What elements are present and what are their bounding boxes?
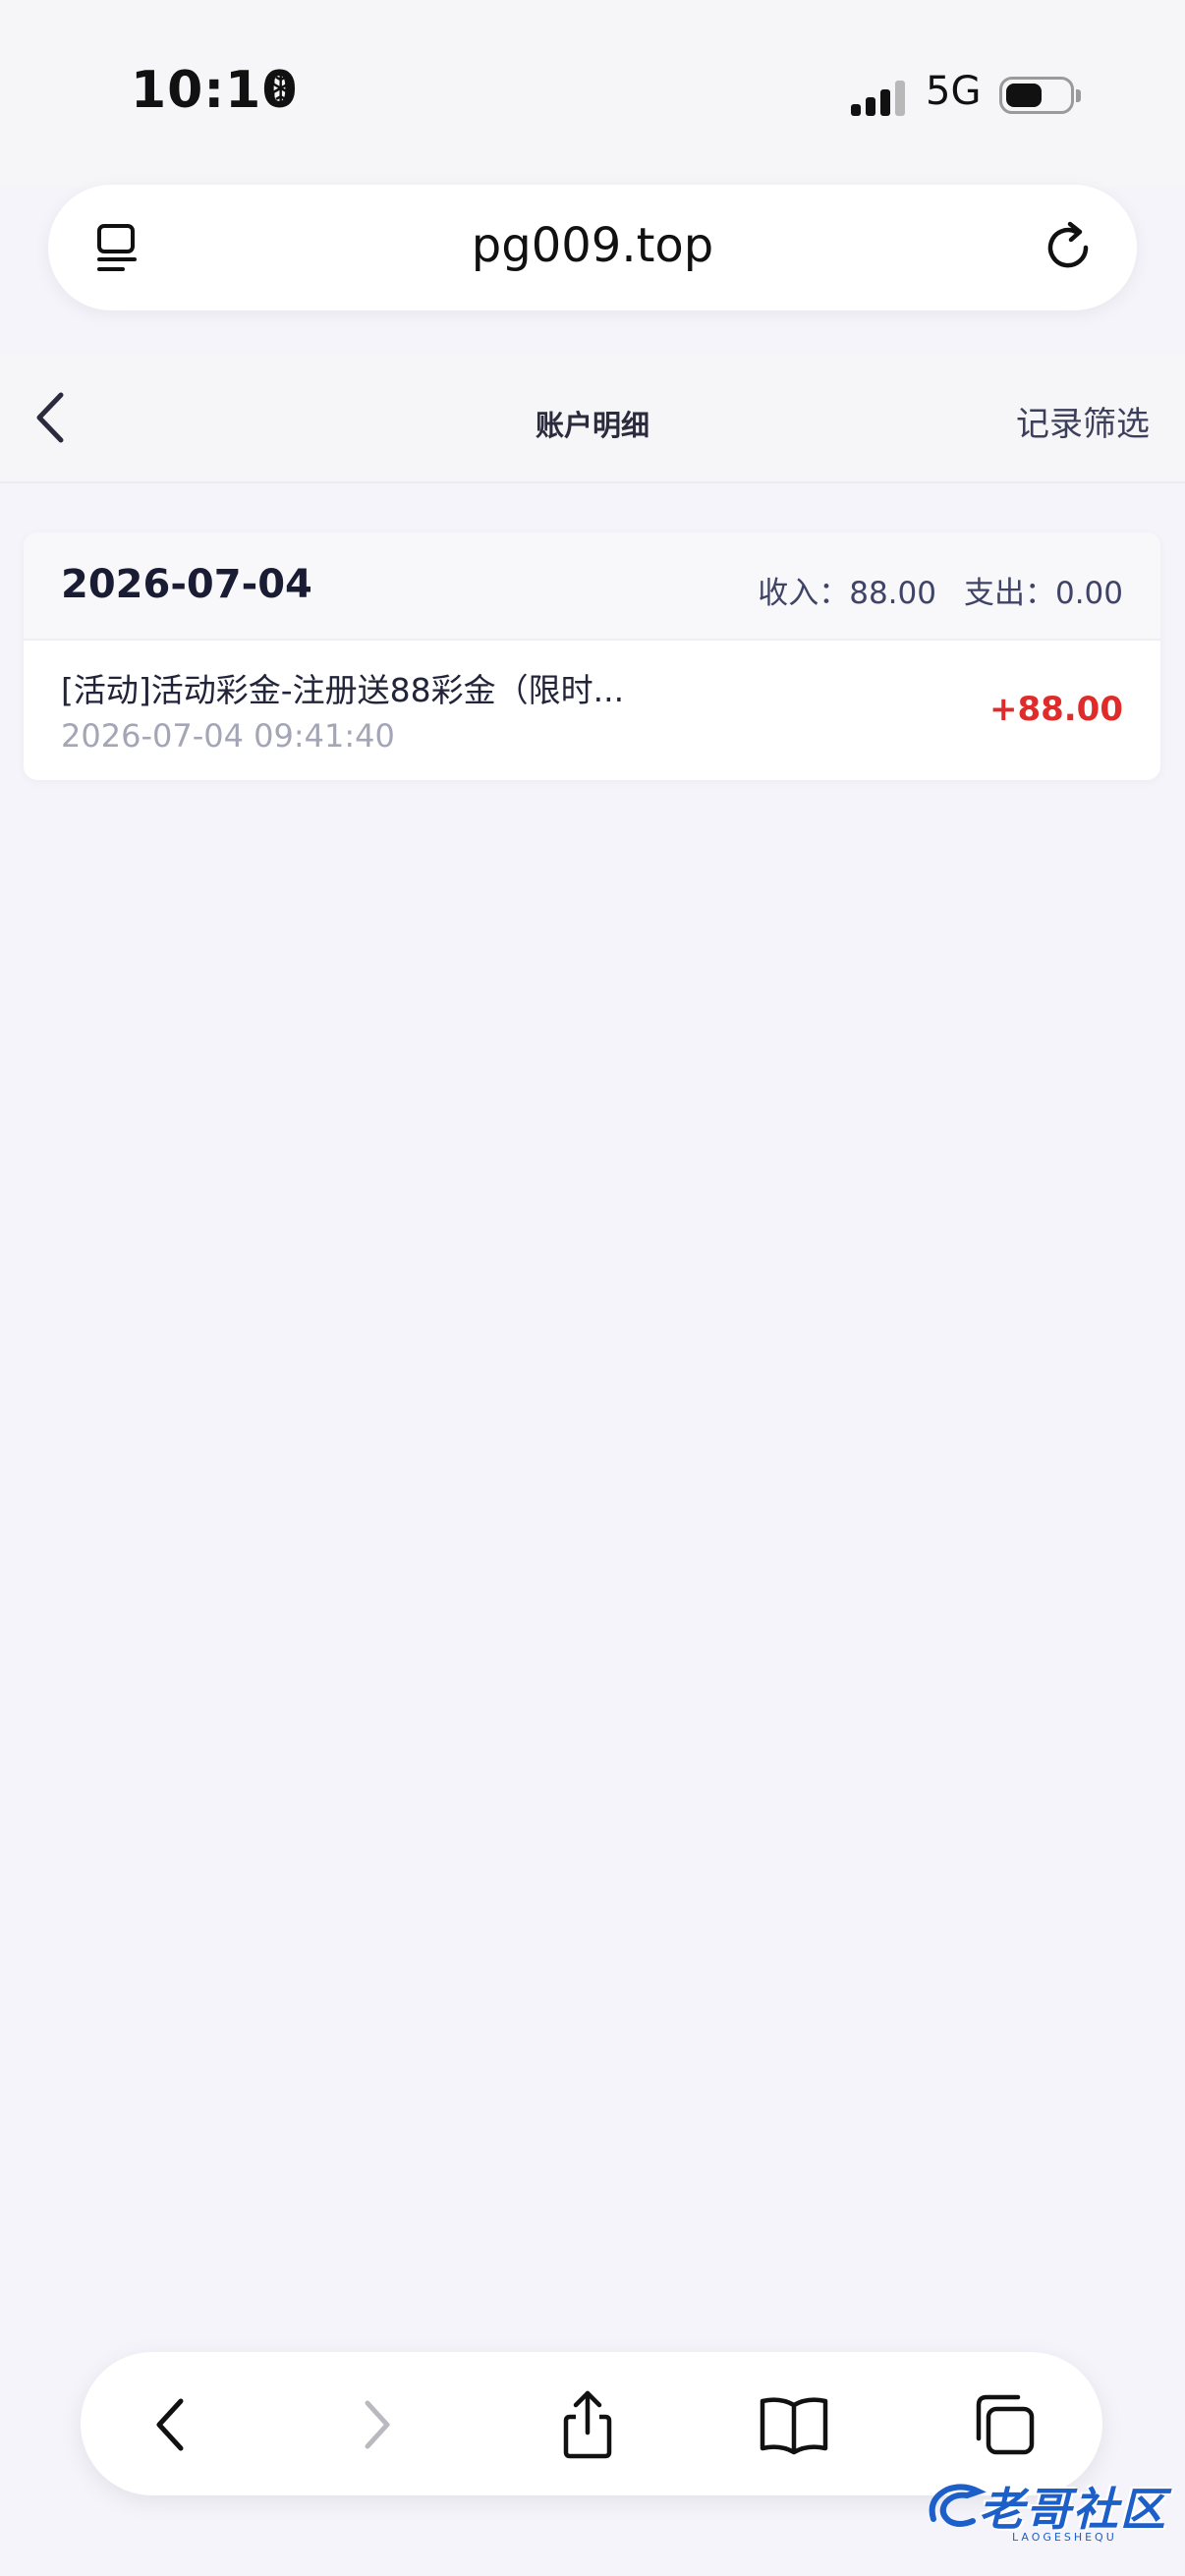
record-title: [活动]活动彩金-注册送88彩金（限时... — [61, 671, 625, 709]
page-title: 账户明细 — [535, 409, 649, 442]
url-text[interactable]: pg009.top — [48, 218, 1137, 273]
record-filter-button[interactable]: 记录筛选 — [1016, 397, 1150, 445]
status-bar: 10:10 ❄ 5G — [0, 0, 1185, 187]
group-summary: 收入：88.00 支出：0.00 — [758, 568, 1123, 612]
page-header: 账户明细 记录筛选 — [0, 354, 1185, 483]
signal-icon — [851, 81, 908, 116]
share-button[interactable] — [550, 2387, 625, 2462]
watermark-subtext: LAOGESHEQU — [1012, 2531, 1117, 2544]
share-icon — [563, 2390, 612, 2459]
watermark-text: 老哥社区 — [979, 2483, 1167, 2536]
record-group-card: 2026-07-04 收入：88.00 支出：0.00 [活动]活动彩金-注册送8… — [24, 532, 1160, 780]
watermark-logo: 老哥社区 LAOGESHEQU — [924, 2474, 1169, 2552]
tabs-overview-icon — [976, 2394, 1035, 2455]
browser-back-button[interactable] — [136, 2387, 210, 2462]
address-bar[interactable]: pg009.top — [48, 185, 1137, 310]
snowflake-icon: ❄ — [263, 65, 299, 113]
income-value: 88.00 — [849, 576, 936, 611]
bookmarks-button[interactable] — [757, 2387, 831, 2462]
reload-icon[interactable] — [1041, 218, 1100, 277]
record-amount: +88.00 — [988, 690, 1123, 729]
book-icon — [760, 2397, 828, 2455]
battery-icon — [999, 77, 1081, 114]
browser-forward-button[interactable] — [338, 2387, 413, 2462]
group-date: 2026-07-04 — [61, 562, 312, 607]
record-group-header: 2026-07-04 收入：88.00 支出：0.00 — [24, 532, 1160, 641]
record-time: 2026-07-04 09:41:40 — [61, 717, 395, 755]
chevron-left-icon — [156, 2398, 184, 2451]
network-type: 5G — [926, 69, 982, 114]
income-label: 收入： — [758, 576, 850, 611]
expense-value: 0.00 — [1054, 576, 1123, 611]
expense-label: 支出： — [963, 576, 1055, 611]
tabs-button[interactable] — [967, 2387, 1042, 2462]
chevron-right-icon — [365, 2400, 390, 2449]
